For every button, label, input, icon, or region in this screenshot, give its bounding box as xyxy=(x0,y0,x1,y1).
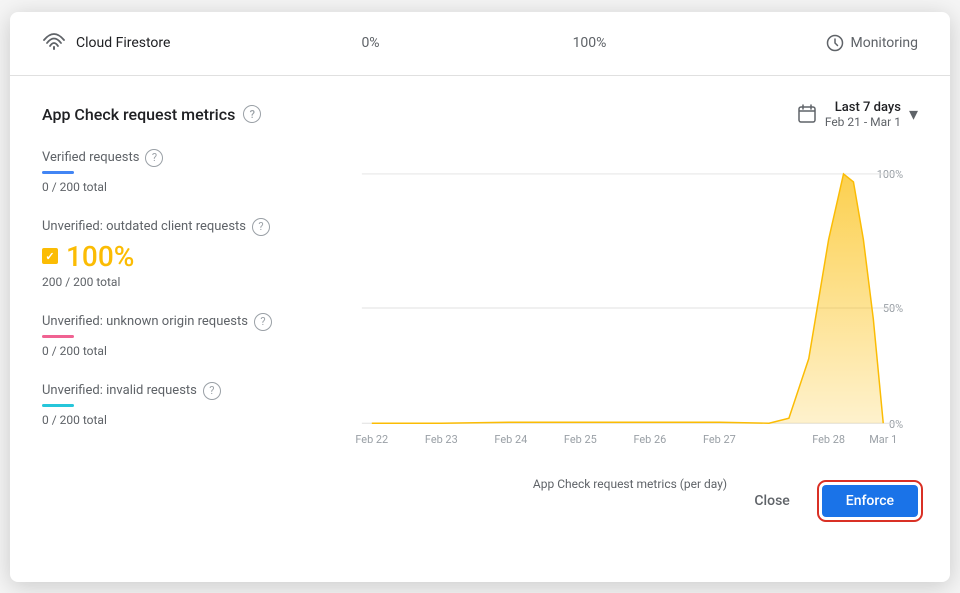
svg-text:Feb 26: Feb 26 xyxy=(633,433,666,446)
metric-invalid-label: Unverified: invalid requests ? xyxy=(42,382,326,400)
section-title-area: App Check request metrics ? xyxy=(42,105,261,124)
top-bar: Cloud Firestore 0% 100% Monitoring xyxy=(10,12,950,76)
metric-outdated-checkbox[interactable] xyxy=(42,248,58,264)
date-range-title: Last 7 days xyxy=(835,100,901,115)
service-info: Cloud Firestore xyxy=(42,33,261,53)
section-title-text: App Check request metrics xyxy=(42,105,235,124)
date-range-picker[interactable]: Last 7 days Feb 21 - Mar 1 ▾ xyxy=(797,100,918,129)
chart-svg: 100% 50% 0% xyxy=(342,149,918,469)
metric-outdated: Unverified: outdated client requests ? 1… xyxy=(42,218,326,289)
metric-verified-line xyxy=(42,171,74,174)
svg-text:Feb 27: Feb 27 xyxy=(703,433,736,446)
percent-right: 100% xyxy=(480,35,699,51)
svg-text:Feb 22: Feb 22 xyxy=(355,433,388,446)
monitoring-label: Monitoring xyxy=(850,35,918,51)
metric-verified-total: 0 / 200 total xyxy=(42,180,326,194)
metric-invalid-help[interactable]: ? xyxy=(203,382,221,400)
date-range-label: Last 7 days Feb 21 - Mar 1 xyxy=(825,100,901,129)
calendar-icon xyxy=(797,104,817,124)
chart-area: 100% 50% 0% xyxy=(342,149,918,469)
svg-text:Feb 28: Feb 28 xyxy=(812,433,845,446)
section-header: App Check request metrics ? Last 7 days … xyxy=(42,100,918,129)
metric-verified-label: Verified requests ? xyxy=(42,149,326,167)
svg-text:Mar 1: Mar 1 xyxy=(869,433,897,446)
section-help-icon[interactable]: ? xyxy=(243,105,261,123)
chart-x-axis-label: App Check request metrics (per day) xyxy=(342,477,918,491)
metrics-panel: Verified requests ? 0 / 200 total Unveri… xyxy=(42,149,342,469)
metric-outdated-label: Unverified: outdated client requests ? xyxy=(42,218,326,236)
metric-outdated-percent: 100% xyxy=(66,240,134,273)
metric-verified-help[interactable]: ? xyxy=(145,149,163,167)
svg-text:Feb 25: Feb 25 xyxy=(564,433,597,446)
metric-unknown-origin-label: Unverified: unknown origin requests ? xyxy=(42,313,326,331)
metric-invalid-line xyxy=(42,404,74,407)
metric-unknown-origin: Unverified: unknown origin requests ? 0 … xyxy=(42,313,326,358)
metric-invalid-total: 0 / 200 total xyxy=(42,413,326,427)
metric-invalid: Unverified: invalid requests ? 0 / 200 t… xyxy=(42,382,326,427)
svg-text:Feb 24: Feb 24 xyxy=(494,433,527,446)
content-area: Verified requests ? 0 / 200 total Unveri… xyxy=(42,149,918,469)
main-dialog: Cloud Firestore 0% 100% Monitoring App C… xyxy=(10,12,950,582)
metric-unknown-origin-total: 0 / 200 total xyxy=(42,344,326,358)
metric-outdated-value-row: 100% xyxy=(42,240,326,273)
metric-unknown-origin-line xyxy=(42,335,74,338)
metric-verified: Verified requests ? 0 / 200 total xyxy=(42,149,326,194)
service-name: Cloud Firestore xyxy=(76,35,170,51)
main-content: App Check request metrics ? Last 7 days … xyxy=(10,76,950,469)
svg-text:0%: 0% xyxy=(889,418,903,431)
metric-outdated-help[interactable]: ? xyxy=(252,218,270,236)
firestore-icon xyxy=(42,33,66,53)
chevron-down-icon: ▾ xyxy=(909,104,918,125)
svg-text:Feb 23: Feb 23 xyxy=(425,433,458,446)
monitoring-section: Monitoring xyxy=(699,34,918,52)
chart-area-fill xyxy=(372,173,883,422)
metric-unknown-origin-help[interactable]: ? xyxy=(254,313,272,331)
metric-outdated-total: 200 / 200 total xyxy=(42,275,326,289)
percent-left: 0% xyxy=(261,35,480,51)
date-range-sub: Feb 21 - Mar 1 xyxy=(825,115,901,129)
clock-icon xyxy=(826,34,844,52)
